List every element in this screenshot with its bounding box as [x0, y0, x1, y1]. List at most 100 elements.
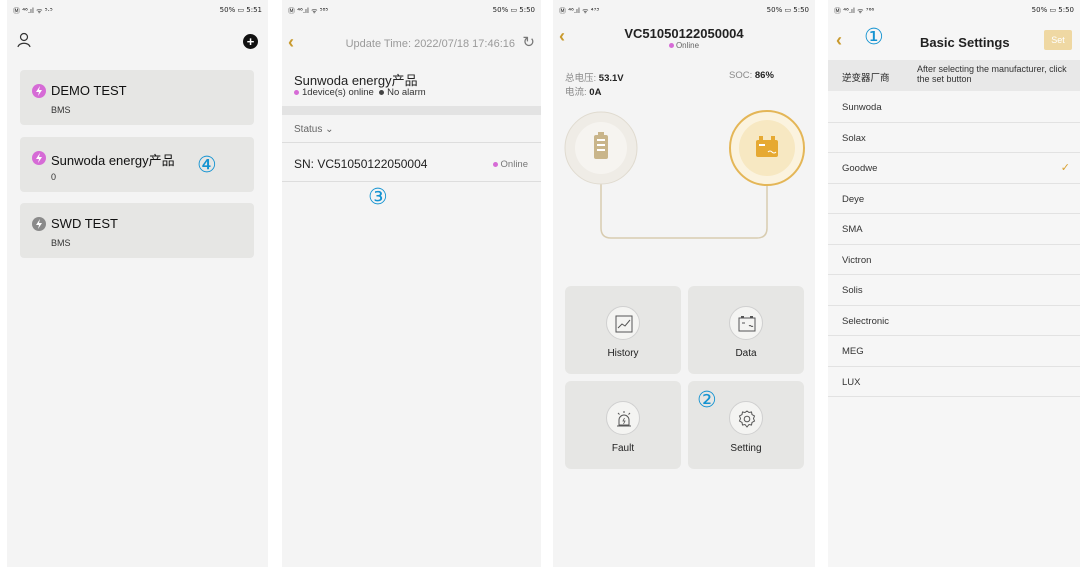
- device-card-swd-test[interactable]: SWD TEST BMS: [20, 203, 254, 258]
- voltage-label: 总电压:: [565, 73, 597, 84]
- device-type: BMS: [51, 238, 71, 248]
- add-device-icon[interactable]: +: [243, 34, 258, 49]
- manufacturer-name: Solax: [842, 132, 866, 144]
- manufacturer-name: Victron: [842, 254, 872, 266]
- voltage-value: 53.1V: [598, 73, 624, 84]
- manufacturer-option[interactable]: Deye: [828, 184, 1080, 214]
- checkmark-icon: ✓: [1060, 162, 1070, 174]
- divider: [282, 142, 541, 143]
- current-label: 电流:: [565, 87, 587, 98]
- manufacturer-hint: After selecting the manufacturer, click …: [917, 64, 1067, 84]
- annotation-number: ③: [368, 185, 388, 210]
- manufacturer-name: SMA: [842, 224, 863, 235]
- device-status-icon: [32, 84, 46, 98]
- current-metric: 电流: 0A: [565, 84, 601, 98]
- status-bar: Ⓜ ⁴⁶.ıl ᯤ ⁵⁸⁵ 50% ▭ 5:50: [288, 4, 535, 20]
- device-card-sunwoda-energy[interactable]: Sunwoda energy产品 0: [20, 137, 254, 192]
- voltage-metric: 总电压: 53.1V: [565, 70, 624, 84]
- status-bar-right: 50% ▭ 5:50: [1031, 6, 1074, 14]
- manufacturer-name: Sunwoda: [842, 102, 882, 113]
- tile-label: History: [607, 348, 639, 359]
- device-status: Online: [553, 41, 815, 50]
- annotation-number: ②: [697, 388, 717, 413]
- manufacturer-option[interactable]: SMA: [828, 214, 1080, 245]
- energy-flow-diagram: [564, 110, 805, 239]
- chevron-down-icon: ⌄: [325, 124, 334, 135]
- manufacturer-name: MEG: [842, 346, 864, 357]
- annotation-number: ④: [197, 153, 217, 178]
- current-value: 0A: [589, 87, 602, 98]
- status-bar-left: Ⓜ ⁴⁶.ıl ᯤ ⁷⁶⁶: [834, 7, 875, 15]
- device-card-demo-test[interactable]: DEMO TEST BMS: [20, 70, 254, 125]
- manufacturer-name: Deye: [842, 193, 865, 205]
- alarm-light-icon: [606, 401, 640, 435]
- manufacturer-option[interactable]: LUX: [828, 367, 1080, 397]
- manufacturer-header: 逆变器厂商 After selecting the manufacturer, …: [828, 60, 1080, 91]
- device-status-icon: [32, 151, 46, 165]
- device-type: BMS: [51, 105, 71, 115]
- project-screen: Ⓜ ⁴⁶.ıl ᯤ ⁵⁸⁵ 50% ▭ 5:50 ‹ Update Time: …: [282, 0, 541, 567]
- online-count: 1device(s) online: [302, 87, 374, 98]
- device-id: VC51050122050004: [624, 26, 744, 41]
- status-bar: Ⓜ ⁴⁶.ıl ᯤ ⁵·⁵ 50% ▭ 5:51: [13, 4, 262, 20]
- soc-value: 86%: [754, 70, 774, 81]
- manufacturer-option[interactable]: Solis: [828, 275, 1080, 306]
- status-bar: Ⓜ ⁴⁶.ıl ᯤ ⁷⁶⁶ 50% ▭ 5:50: [834, 4, 1074, 20]
- manufacturer-option[interactable]: Goodwe ✓: [828, 153, 1080, 184]
- gear-icon: [729, 401, 763, 435]
- history-tile[interactable]: History: [565, 286, 681, 374]
- manufacturer-option[interactable]: Selectronic: [828, 306, 1080, 336]
- chart-line-icon: [606, 306, 640, 340]
- header: +: [17, 32, 258, 54]
- online-dot-icon: [668, 43, 674, 49]
- manufacturer-option[interactable]: Sunwoda: [828, 92, 1080, 123]
- status-bar-left: Ⓜ ⁴⁶.ıl ᯤ ⁵·⁵: [13, 7, 53, 15]
- tile-label: Data: [735, 348, 757, 359]
- status-bar-right: 50% ▭ 5:50: [766, 6, 809, 14]
- status-filter-label: Status: [294, 124, 323, 135]
- manufacturer-name: Goodwe: [842, 163, 878, 174]
- back-icon[interactable]: ‹: [288, 32, 294, 53]
- device-type: 0: [51, 172, 57, 182]
- fault-tile[interactable]: Fault: [565, 381, 681, 469]
- user-icon[interactable]: [17, 32, 33, 53]
- status-filter[interactable]: Status ⌄: [294, 124, 334, 135]
- inverter-icon: [729, 110, 805, 186]
- data-tile[interactable]: Data: [688, 286, 804, 374]
- divider: [282, 106, 541, 115]
- device-detail-screen: Ⓜ ⁴⁶.ıl ᯤ ⁴⁷³ 50% ▭ 5:50 ‹ VC51050122050…: [553, 0, 815, 567]
- device-online-status: Online: [492, 159, 528, 170]
- set-button[interactable]: Set: [1044, 30, 1072, 50]
- device-name: SWD TEST: [51, 216, 118, 231]
- basic-settings-screen: Ⓜ ⁴⁶.ıl ᯤ ⁷⁶⁶ 50% ▭ 5:50 ‹ ① Basic Setti…: [828, 0, 1080, 567]
- device-list-screen: Ⓜ ⁴⁶.ıl ᯤ ⁵·⁵ 50% ▭ 5:51 + DEMO TEST BMS…: [7, 0, 268, 567]
- manufacturer-name: Solis: [842, 285, 863, 296]
- manufacturer-name: Selectronic: [842, 315, 889, 327]
- manufacturer-name: LUX: [842, 376, 861, 388]
- refresh-icon[interactable]: ↻: [522, 33, 535, 51]
- divider: [282, 181, 541, 182]
- tile-label: Fault: [611, 443, 635, 454]
- alarm-dot-icon: [379, 89, 385, 95]
- device-name: DEMO TEST: [51, 83, 127, 98]
- project-status: 1device(s) online No alarm: [294, 87, 426, 98]
- device-name: Sunwoda energy产品: [51, 153, 175, 168]
- status-bar-right: 50% ▭ 5:51: [219, 6, 262, 14]
- status-bar-left: Ⓜ ⁴⁶.ıl ᯤ ⁵⁸⁵: [288, 7, 329, 15]
- manufacturer-option[interactable]: Victron: [828, 245, 1080, 275]
- device-online-label: Online: [500, 159, 528, 170]
- online-dot-icon: [492, 161, 498, 167]
- annotation-number: ①: [864, 25, 884, 50]
- manufacturer-option[interactable]: MEG: [828, 336, 1080, 367]
- alarm-text: No alarm: [387, 87, 426, 98]
- tile-label: Setting: [730, 443, 762, 454]
- device-status-icon: [32, 217, 46, 231]
- status-bar-left: Ⓜ ⁴⁶.ıl ᯤ ⁴⁷³: [559, 7, 600, 15]
- device-status-label: Online: [675, 41, 700, 50]
- back-icon[interactable]: ‹: [836, 30, 842, 51]
- battery-data-icon: [729, 306, 763, 340]
- manufacturer-option[interactable]: Solax: [828, 123, 1080, 153]
- page-title: Basic Settings: [920, 35, 1010, 50]
- manufacturer-label: 逆变器厂商: [842, 73, 890, 84]
- battery-icon: [564, 111, 638, 185]
